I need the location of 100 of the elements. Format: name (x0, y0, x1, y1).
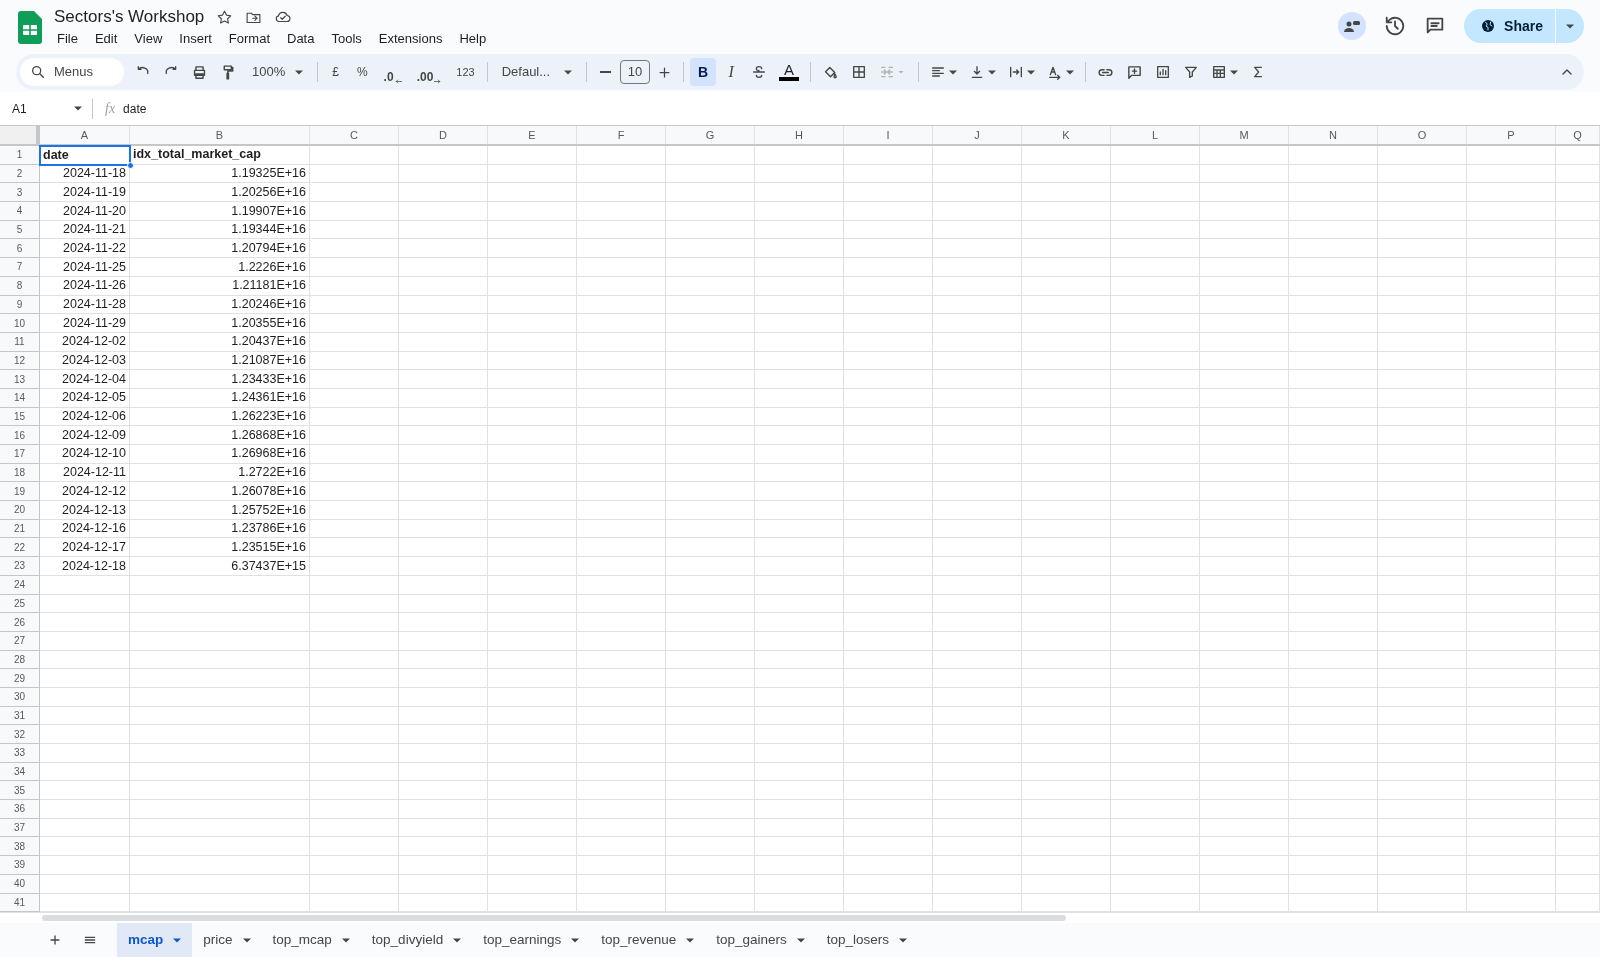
column-header[interactable]: D (399, 126, 488, 144)
table-cell[interactable]: 1.24361E+16 (130, 388, 310, 408)
horizontal-scrollbar[interactable] (42, 915, 1066, 922)
row-header[interactable]: 26 (0, 613, 40, 632)
presence-icon[interactable] (1338, 12, 1367, 40)
table-cell[interactable]: idx_total_market_cap (130, 146, 310, 165)
table-cell[interactable]: 1.26868E+16 (130, 426, 310, 445)
menu-item[interactable]: Tools (328, 29, 365, 49)
table-cell[interactable]: 1.2722E+16 (130, 463, 310, 483)
sheet-tab[interactable]: top_losers (815, 923, 919, 957)
column-header[interactable]: B (130, 126, 310, 144)
table-cell[interactable]: 1.20437E+16 (130, 332, 310, 352)
italic-button[interactable]: I (718, 58, 745, 86)
column-header[interactable]: P (1467, 126, 1556, 144)
row-header[interactable]: 16 (0, 426, 40, 445)
table-cell[interactable]: 2024-12-09 (40, 426, 130, 445)
menu-item[interactable]: View (131, 29, 166, 49)
menu-item[interactable]: Format (225, 29, 273, 49)
table-cell[interactable]: 2024-12-17 (40, 538, 130, 558)
menu-item[interactable]: Data (284, 29, 318, 49)
row-header[interactable]: 29 (0, 669, 40, 688)
table-cell[interactable]: 2024-11-26 (40, 276, 130, 296)
fill-handle[interactable] (127, 161, 134, 169)
share-button[interactable]: Share (1464, 9, 1555, 43)
column-header[interactable]: L (1111, 126, 1200, 144)
column-header[interactable]: O (1378, 126, 1467, 144)
row-header[interactable]: 3 (0, 183, 40, 203)
bold-button[interactable]: B (690, 58, 717, 86)
table-cell[interactable]: 2024-11-18 (40, 164, 130, 184)
table-cell[interactable]: 1.26078E+16 (130, 482, 310, 502)
table-cell[interactable]: date (40, 146, 130, 165)
table-cell[interactable]: 1.26968E+16 (130, 445, 310, 464)
row-header[interactable]: 7 (0, 258, 40, 277)
sheet-tab[interactable]: price (192, 923, 262, 957)
menu-item[interactable]: File (54, 29, 81, 49)
share-options-button[interactable] (1556, 9, 1584, 43)
row-header[interactable]: 36 (0, 800, 40, 819)
column-header[interactable]: A (40, 126, 130, 144)
table-cell[interactable]: 1.20246E+16 (130, 295, 310, 315)
row-header[interactable]: 35 (0, 781, 40, 801)
column-header[interactable]: I (844, 126, 933, 144)
column-header[interactable]: N (1289, 126, 1378, 144)
table-cell[interactable]: 1.19907E+16 (130, 202, 310, 221)
column-header[interactable]: M (1200, 126, 1289, 144)
row-header[interactable]: 22 (0, 538, 40, 558)
table-cell[interactable]: 1.21087E+16 (130, 351, 310, 371)
table-cell[interactable]: 2024-12-02 (40, 332, 130, 352)
row-header[interactable]: 33 (0, 744, 40, 763)
row-header[interactable]: 19 (0, 482, 40, 502)
table-cell[interactable]: 2024-12-11 (40, 463, 130, 483)
row-header[interactable]: 4 (0, 202, 40, 221)
menu-item[interactable]: Edit (91, 29, 121, 49)
sheet-tab[interactable]: top_gainers (705, 923, 816, 957)
table-cell[interactable]: 2024-12-06 (40, 407, 130, 427)
table-cell[interactable]: 6.37437E+15 (130, 557, 310, 576)
formula-field[interactable]: date (123, 96, 1524, 121)
column-header[interactable]: Q (1556, 126, 1600, 144)
table-cell[interactable]: 2024-12-04 (40, 370, 130, 389)
column-header[interactable]: K (1022, 126, 1111, 144)
table-cell[interactable]: 1.19344E+16 (130, 220, 310, 240)
sheet-tab[interactable]: mcap (117, 923, 193, 957)
table-cell[interactable]: 2024-11-20 (40, 202, 130, 221)
table-cell[interactable]: 1.21181E+16 (130, 276, 310, 296)
table-cell[interactable]: 2024-12-05 (40, 388, 130, 408)
table-cell[interactable]: 1.19325E+16 (130, 164, 310, 184)
sheet-tab[interactable]: top_earnings (472, 923, 591, 957)
table-cell[interactable]: 2024-11-29 (40, 314, 130, 333)
font-dropdown[interactable]: Defaul... (493, 58, 581, 86)
column-header[interactable]: G (666, 126, 755, 144)
row-header[interactable]: 10 (0, 314, 40, 333)
column-header[interactable]: H (755, 126, 844, 144)
text-color-button[interactable]: A (774, 58, 805, 86)
zoom-dropdown[interactable]: 100% (244, 58, 312, 86)
table-cell[interactable]: 2024-11-22 (40, 239, 130, 259)
table-cell[interactable]: 2024-12-03 (40, 351, 130, 371)
table-cell[interactable]: 1.23786E+16 (130, 519, 310, 539)
document-title[interactable]: Sectors's Workshop (54, 8, 205, 26)
table-cell[interactable]: 2024-11-19 (40, 183, 130, 203)
row-header[interactable]: 38 (0, 837, 40, 857)
row-header[interactable]: 23 (0, 557, 40, 576)
table-cell[interactable]: 1.26223E+16 (130, 407, 310, 427)
row-header[interactable]: 32 (0, 725, 40, 744)
menu-search-field[interactable]: Menus (20, 58, 124, 86)
table-cell[interactable]: 2024-11-28 (40, 295, 130, 315)
table-cell[interactable]: 2024-12-10 (40, 445, 130, 464)
table-cell[interactable]: 1.23515E+16 (130, 538, 310, 558)
sheet-tab[interactable]: top_revenue (590, 923, 706, 957)
table-cell[interactable]: 1.23433E+16 (130, 370, 310, 389)
table-cell[interactable]: 2024-12-18 (40, 557, 130, 576)
table-cell[interactable]: 2024-12-16 (40, 519, 130, 539)
table-cell[interactable]: 1.2226E+16 (130, 258, 310, 277)
menu-item[interactable]: Insert (176, 29, 215, 49)
row-header[interactable]: 6 (0, 239, 40, 259)
menu-item[interactable]: Help (456, 29, 490, 49)
table-cell[interactable]: 1.25752E+16 (130, 501, 310, 520)
row-header[interactable]: 20 (0, 501, 40, 520)
column-header[interactable]: J (933, 126, 1022, 144)
row-header[interactable]: 1 (0, 146, 40, 165)
font-size-field[interactable]: 10 (620, 60, 651, 84)
menu-item[interactable]: Extensions (375, 29, 446, 49)
